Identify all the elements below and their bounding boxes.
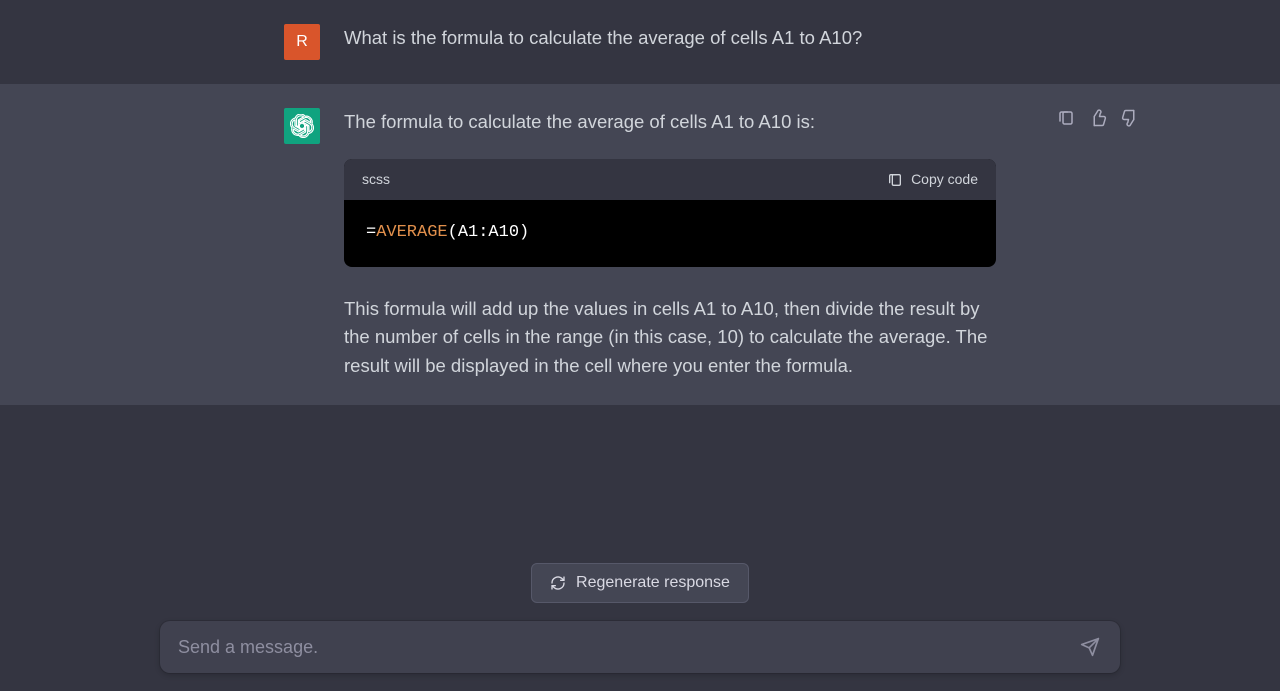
send-button[interactable] <box>1078 635 1102 659</box>
thumbs-down-button[interactable] <box>1120 108 1140 128</box>
thumbs-up-icon <box>1089 109 1107 127</box>
user-message-row: R What is the formula to calculate the a… <box>0 0 1280 84</box>
thumbs-up-button[interactable] <box>1088 108 1108 128</box>
openai-logo-icon <box>290 114 314 138</box>
bottom-controls: Regenerate response <box>0 533 1280 691</box>
user-avatar: R <box>284 24 320 60</box>
code-token-fn: AVERAGE <box>376 223 447 242</box>
copy-message-button[interactable] <box>1056 108 1076 128</box>
assistant-avatar <box>284 108 320 144</box>
copy-code-label: Copy code <box>911 169 978 191</box>
code-token-eq: = <box>366 223 376 242</box>
thumbs-down-icon <box>1121 109 1139 127</box>
regenerate-button[interactable]: Regenerate response <box>531 563 749 603</box>
send-icon <box>1080 637 1100 657</box>
regenerate-label: Regenerate response <box>576 574 730 592</box>
assistant-message-content: The formula to calculate the average of … <box>344 108 996 381</box>
code-token-open: ( <box>448 223 458 242</box>
assistant-message-row: The formula to calculate the average of … <box>0 84 1280 405</box>
message-input[interactable] <box>178 637 1078 658</box>
message-input-container <box>160 621 1120 673</box>
code-block-header: scss Copy code <box>344 159 996 201</box>
assistant-intro-text: The formula to calculate the average of … <box>344 108 996 137</box>
clipboard-icon <box>1057 109 1075 127</box>
message-actions <box>1056 108 1140 128</box>
code-block: scss Copy code =AVERAGE(A1:A10) <box>344 159 996 267</box>
code-token-arg: A1:A10 <box>458 223 519 242</box>
refresh-icon <box>550 575 566 591</box>
code-language-label: scss <box>362 169 390 191</box>
user-avatar-letter: R <box>296 33 308 51</box>
clipboard-icon <box>887 172 903 188</box>
code-token-close: ) <box>519 223 529 242</box>
copy-code-button[interactable]: Copy code <box>887 169 978 191</box>
assistant-explain-text: This formula will add up the values in c… <box>344 295 996 381</box>
user-message-text: What is the formula to calculate the ave… <box>344 24 996 60</box>
code-body: =AVERAGE(A1:A10) <box>344 200 996 266</box>
